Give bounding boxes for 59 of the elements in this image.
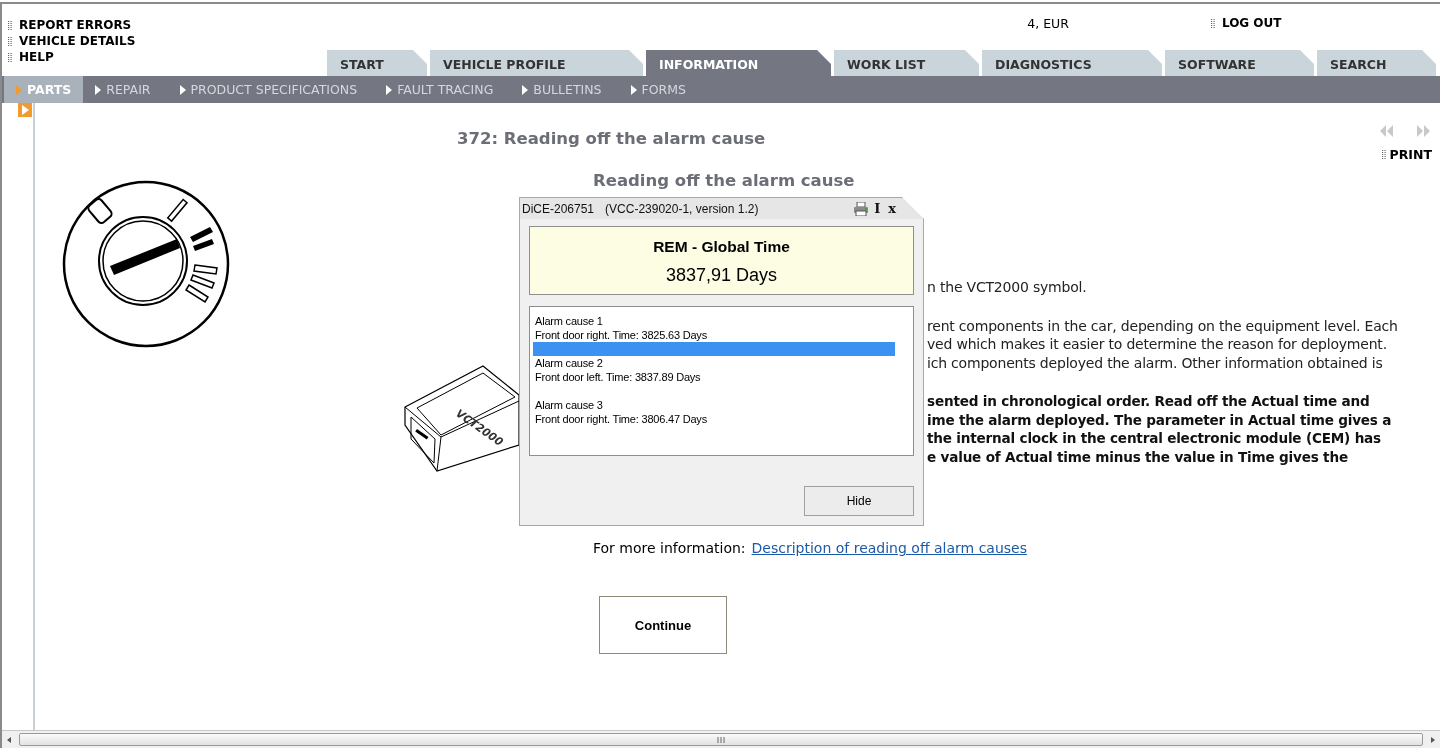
list-row[interactable]: Alarm cause 1 Front door right. Time: 3825.63 Days (533, 314, 895, 342)
grip-icon (1381, 150, 1386, 159)
triangle-icon (386, 84, 393, 95)
nav-tab[interactable]: INFORMATION (646, 50, 831, 76)
info-button[interactable]: I (871, 201, 884, 216)
row-detail: Front door left. Time: 3837.89 Days (534, 370, 702, 384)
hide-button[interactable]: Hide (804, 486, 914, 516)
row-title: Alarm cause 2 (534, 356, 604, 370)
rewind-icon[interactable] (1378, 125, 1394, 137)
nav-tab[interactable]: WORK LIST (834, 50, 979, 76)
logout-link[interactable]: LOG OUT (1221, 16, 1282, 31)
row-title: Alarm cause 1 (534, 314, 604, 328)
triangle-icon (630, 84, 637, 95)
text-line: e value of Actual time minus the value in Time gives the (927, 447, 1349, 466)
text-line: ved which makes it easier to determine the reason for deployment. (927, 335, 1388, 354)
row-detail: Front door right. Time: 3806.47 Days (534, 412, 708, 426)
text-line: n the VCT2000 symbol. (927, 278, 1088, 297)
fast-forward-icon[interactable] (1416, 125, 1432, 137)
panel-title: REM - Global Time (653, 238, 790, 256)
currency-label: 4, EUR (1027, 16, 1069, 33)
dialog-title: DiCE-206751 (522, 201, 595, 216)
expand-icon[interactable] (18, 103, 32, 117)
scrollbar-thumb[interactable] (19, 733, 1423, 746)
nav-tab[interactable]: SEARCH (1317, 50, 1436, 76)
text-line: the internal clock in the central electronic module (CEM) has (927, 429, 1382, 448)
section-heading: Reading off the alarm cause (593, 171, 856, 190)
triangle-icon (95, 84, 102, 95)
panel-value: 3837,91 Days (665, 265, 778, 286)
text-line: ime the alarm deployed. The parameter in Actual time gives a (927, 410, 1393, 429)
print-link[interactable]: PRINT (1389, 147, 1432, 162)
nav-tab[interactable]: DIAGNOSTICS (982, 50, 1162, 76)
article-title: 372: Reading off the alarm cause (457, 129, 766, 150)
header-link[interactable]: HELP (19, 50, 54, 65)
close-button[interactable]: x (885, 201, 899, 216)
triangle-icon (16, 84, 22, 95)
header-link[interactable]: REPORT ERRORS (19, 18, 132, 33)
list-row[interactable]: Alarm cause 2 Front door left. Time: 3837.89 Days (533, 356, 895, 384)
row-detail: Front door right. Time: 3825.63 Days (534, 328, 708, 342)
grip-icon (8, 21, 12, 30)
more-info-label: For more information: (593, 540, 746, 556)
nav-tab[interactable]: START (327, 50, 427, 76)
printer-icon[interactable] (853, 201, 870, 216)
row-title: Alarm cause 3 (534, 398, 604, 412)
text-line: rent components in the car, depending on the equipment level. Each (927, 316, 1399, 335)
triangle-icon (179, 84, 186, 95)
header-link[interactable]: VEHICLE DETAILS (19, 34, 136, 49)
list-row[interactable]: Alarm cause 3 Front door right. Time: 3806.47 Days (533, 398, 895, 426)
grip-icon (717, 736, 725, 743)
continue-button[interactable]: Continue (599, 596, 727, 654)
grip-icon (8, 37, 12, 46)
grip-icon (1210, 19, 1215, 28)
grip-icon (8, 53, 12, 62)
description-link[interactable]: Description of reading off alarm causes (751, 540, 1027, 556)
nav-tab[interactable]: SOFTWARE (1165, 50, 1314, 76)
nav-tab[interactable]: VEHICLE PROFILE (430, 50, 643, 76)
dialog-subtitle: (VCC-239020-1, version 1.2) (605, 201, 759, 216)
text-line: ich components deployed the alarm. Other information obtained is (927, 353, 1384, 372)
text-line: sented in chronological order. Read off the Actual time and (927, 392, 1371, 411)
triangle-icon (522, 84, 529, 95)
